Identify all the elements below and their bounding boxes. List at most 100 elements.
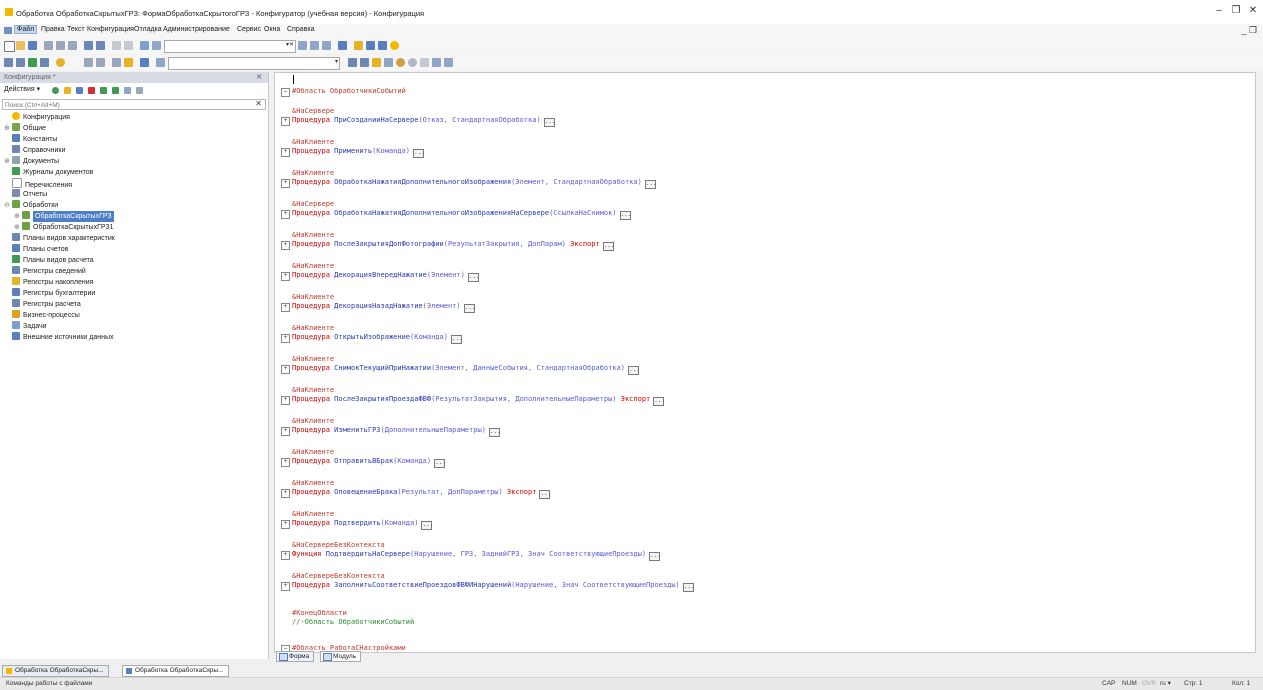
move-up-icon[interactable] <box>100 87 107 94</box>
search-input[interactable] <box>3 101 237 110</box>
procedure-line[interactable]: + Процедура СнимокТекущийПриНажатии(Элеме… <box>281 364 640 375</box>
procedures-icon[interactable] <box>140 58 149 67</box>
mdi-controls[interactable]: _ ❐ <box>1241 25 1257 36</box>
compare-icon[interactable] <box>40 58 49 67</box>
tree-item-calc-registers[interactable]: Регистры расчета <box>4 299 81 310</box>
procedure-line[interactable]: + Процедура Подтвердить(Команда)... <box>281 519 433 530</box>
status-lang[interactable]: ru ▾ <box>1160 678 1171 690</box>
procedure-line[interactable]: + Процедура ПриСозданииНаСервере(Отказ, С… <box>281 116 556 127</box>
module-icon[interactable] <box>378 41 387 50</box>
disabled-bp-icon[interactable] <box>408 58 417 67</box>
tree-item-common[interactable]: ⊕ Общие <box>4 123 46 134</box>
expand-icon[interactable]: + <box>281 396 290 405</box>
help-icon[interactable] <box>390 41 399 50</box>
task-window-1[interactable]: Обработка ОбработкаСкры... <box>2 665 109 677</box>
filter-icon[interactable] <box>136 87 143 94</box>
tree-item-dataprocessor-grz[interactable]: ⊕ ОбработкаСкрытыхГРЗ <box>14 211 114 222</box>
minimize-button[interactable]: – <box>1210 4 1228 18</box>
preview-icon[interactable] <box>96 41 105 50</box>
tree-item-calc-types[interactable]: Планы видов расчета <box>4 255 94 266</box>
step-over-icon[interactable] <box>384 58 393 67</box>
tree-item-reports[interactable]: Отчеты <box>4 189 47 200</box>
menu-configuration[interactable]: Конфигурация <box>87 26 134 33</box>
menu-file[interactable]: Файл <box>14 25 38 34</box>
debug-start-icon[interactable] <box>56 58 65 67</box>
procedure-line[interactable]: + Процедура ДекорацияВпередНажатие(Элемен… <box>281 271 480 282</box>
tree-item-dataprocessor-grz1[interactable]: ⊕ ОбработкаСкрытыхГРЗ1 <box>14 222 114 233</box>
find-prev-icon[interactable] <box>310 41 319 50</box>
expand-icon[interactable]: + <box>281 241 290 250</box>
collapsed-block-marker[interactable]: ... <box>413 149 425 158</box>
chevron-down-icon[interactable]: ▾✕ <box>286 41 294 48</box>
procedure-line[interactable]: + Процедура ОткрытьИзображение(Команда)..… <box>281 333 463 344</box>
undo-icon[interactable] <box>112 41 121 50</box>
tab-module[interactable]: Модуль <box>320 651 362 662</box>
procedure-line[interactable]: + Процедура ДекорацияНазадНажатие(Элемент… <box>281 302 475 313</box>
tree-item-info-registers[interactable]: Регистры сведений <box>4 266 86 277</box>
procedure-combo[interactable]: ▾ <box>168 57 340 70</box>
procedure-line[interactable]: + Процедура ПослеЗакрытияДопФотографии(Ре… <box>281 240 615 251</box>
goto-icon[interactable] <box>140 41 149 50</box>
syntax-check-icon[interactable] <box>366 41 375 50</box>
collapsed-block-marker[interactable]: ... <box>619 211 631 220</box>
edit-icon[interactable] <box>64 87 71 94</box>
update-db-icon[interactable] <box>28 58 37 67</box>
tree-item-enums[interactable]: Перечисления <box>4 178 72 189</box>
wizard-icon[interactable] <box>354 41 363 50</box>
breakpoint-icon[interactable] <box>396 58 405 67</box>
tree-item-configuration[interactable]: Конфигурация <box>4 112 70 123</box>
tree-item-external-sources[interactable]: Внешние источники данных <box>4 332 114 343</box>
block-uncomment-icon[interactable] <box>96 58 105 67</box>
tree-item-documents[interactable]: ⊕ Документы <box>4 156 59 167</box>
procedure-line[interactable]: + Функция ПодтвердитьНаСервере(Нарушение,… <box>281 550 661 561</box>
tree-item-business-processes[interactable]: Бизнес-процессы <box>4 310 80 321</box>
expand-icon[interactable]: + <box>281 334 290 343</box>
task-window-2[interactable]: Обработка ОбработкаСкры... <box>122 665 229 677</box>
procedure-line[interactable]: + Процедура Применить(Команда)... <box>281 147 425 158</box>
expand-icon[interactable]: + <box>281 148 290 157</box>
copy-icon[interactable] <box>76 87 83 94</box>
db-config-icon[interactable] <box>16 58 25 67</box>
maximize-button[interactable]: ❐ <box>1227 4 1245 18</box>
sort-icon[interactable] <box>124 87 131 94</box>
collapsed-block-marker[interactable]: ... <box>450 335 463 344</box>
menu-edit[interactable]: Правка <box>41 26 65 33</box>
tree-item-tasks[interactable]: Задачи <box>4 321 47 332</box>
close-button[interactable]: ✕ <box>1244 4 1262 18</box>
actions-menu[interactable]: Действия ▾ <box>4 86 40 93</box>
procedure-line[interactable]: + Процедура ОповещениеБрака(Результат, До… <box>281 488 551 499</box>
tree-item-catalogs[interactable]: Справочники <box>4 145 65 156</box>
expand-icon[interactable]: + <box>281 551 290 560</box>
new-icon[interactable] <box>4 41 15 52</box>
block-comment-icon[interactable] <box>84 58 93 67</box>
expand-icon[interactable]: + <box>281 489 290 498</box>
expand-icon[interactable]: + <box>281 272 290 281</box>
paste-icon[interactable] <box>68 41 77 50</box>
clear-bp-icon[interactable] <box>420 58 429 67</box>
print-icon[interactable] <box>84 41 93 50</box>
menu-windows[interactable]: Окна <box>264 26 280 33</box>
menu-app-icon[interactable] <box>4 27 12 34</box>
expand-icon[interactable]: + <box>281 117 290 126</box>
expand-icon[interactable]: + <box>281 582 290 591</box>
redo-icon[interactable] <box>124 41 133 50</box>
expand-icon[interactable]: + <box>281 303 290 312</box>
collapsed-block-marker[interactable]: ... <box>682 583 695 592</box>
procedure-line[interactable]: + Процедура ОтправитьВБрак(Команда)... <box>281 457 446 468</box>
menu-text[interactable]: Текст <box>67 26 85 33</box>
bp-toggle-icon[interactable] <box>348 58 357 67</box>
open-icon[interactable] <box>16 41 25 50</box>
expand-icon[interactable]: + <box>281 458 290 467</box>
tree-item-accum-registers[interactable]: Регистры накопления <box>4 277 93 288</box>
collapsed-block-marker[interactable]: ... <box>421 521 433 530</box>
tab-form[interactable]: Форма <box>276 651 315 662</box>
cut-icon[interactable] <box>44 41 53 50</box>
save-icon[interactable] <box>28 41 37 50</box>
tree-item-constants[interactable]: Константы <box>4 134 57 145</box>
panel-close-icon[interactable]: ✕ <box>256 72 262 83</box>
code-editor[interactable]: − #Область ОбработчикиСобытий &НаСервере +… <box>274 72 1256 653</box>
procedure-line[interactable]: + Процедура ИзменитьГРЗ(ДополнительныеПар… <box>281 426 501 437</box>
menu-debug[interactable]: Отладка <box>134 26 162 33</box>
step-into-icon[interactable] <box>372 58 381 67</box>
move-down-icon[interactable] <box>112 87 119 94</box>
